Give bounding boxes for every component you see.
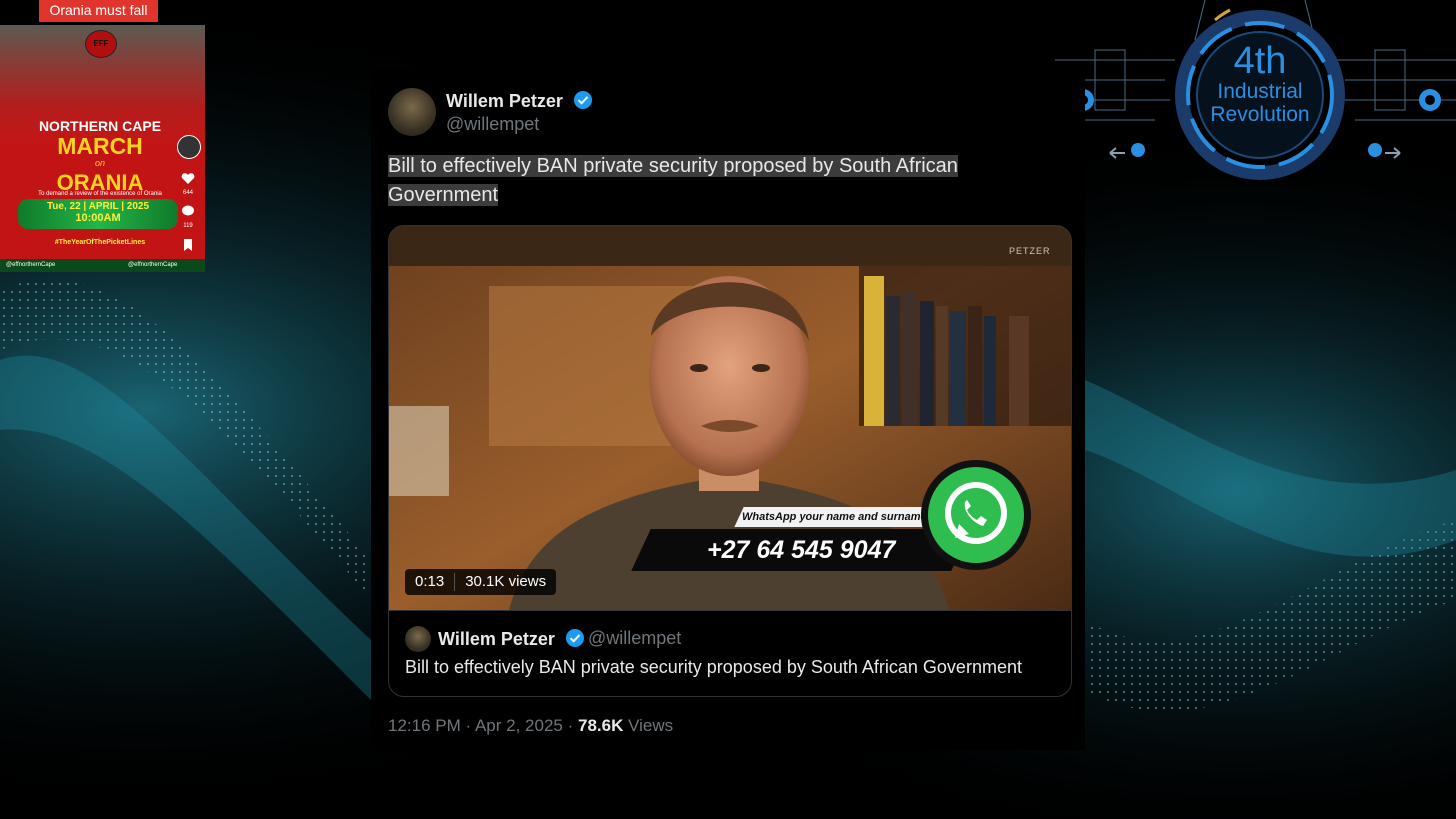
poster-headline: MARCH xyxy=(57,133,143,159)
author-name-text[interactable]: Willem Petzer xyxy=(446,91,563,111)
video-info-badge: 0:13 30.1K views xyxy=(405,569,557,595)
quote-verified-badge-icon xyxy=(565,629,584,647)
tweet-metadata: 12:16 PM · Apr 2, 2025 · 78.6K Views xyxy=(388,716,673,736)
quote-author-name-text: Willem Petzer xyxy=(438,629,555,649)
tweet-time[interactable]: 12:16 PM xyxy=(388,716,461,735)
poster-footer: @effnorthernCape @effnorthernCape xyxy=(0,259,205,272)
video-duration: 0:13 xyxy=(415,573,445,590)
eff-logo: EFF xyxy=(85,30,117,58)
logo-line-3: Revolution xyxy=(1210,103,1310,126)
poster-date: Tue, 22 | APRIL | 2025 xyxy=(46,201,150,212)
tweet-text-highlight: Bill to effectively BAN private security… xyxy=(388,155,958,206)
poster-time: 10:00AM xyxy=(75,212,121,224)
tweet-date[interactable]: Apr 2, 2025 xyxy=(475,716,563,735)
meta-separator: · xyxy=(567,716,574,735)
event-poster: EFF NORTHERN CAPE MARCH on ORANIA To dem… xyxy=(0,25,205,272)
tweet-media[interactable]: PETZER WhatsApp your name and surname +2… xyxy=(388,225,1072,697)
quote-author-name: Willem Petzer xyxy=(438,628,585,650)
poster-avatar xyxy=(177,135,201,159)
tweet-views-label: Views xyxy=(628,716,674,735)
poster-social-right: @effnorthernCape xyxy=(128,262,178,268)
poster-on: on xyxy=(94,158,105,168)
author-name[interactable]: Willem Petzer xyxy=(446,90,593,112)
whatsapp-label-text: WhatsApp your name and surname xyxy=(741,511,927,523)
author-avatar[interactable] xyxy=(388,88,436,136)
poster-region: NORTHERN CAPE xyxy=(38,118,162,134)
poster-social-left: @effnorthernCape xyxy=(6,262,56,268)
poster-caption: Orania must fall xyxy=(39,0,158,22)
logo-line-2: Industrial xyxy=(1217,80,1303,103)
author-handle[interactable]: @willempet xyxy=(446,114,539,135)
quote-text: Bill to effectively BAN private security… xyxy=(405,657,1022,677)
whatsapp-number-text: +27 64 545 9047 xyxy=(706,536,896,564)
tweet-card: Willem Petzer @willempet Bill to effecti… xyxy=(371,69,1085,750)
poster-subtitle: To demand a review of the existence of O… xyxy=(38,191,162,197)
quoted-tweet[interactable]: Willem Petzer @willempet Bill to effecti… xyxy=(389,610,1071,696)
poster-date-box: Tue, 22 | APRIL | 2025 10:00AM xyxy=(18,199,178,229)
bookmark-icon xyxy=(178,239,198,253)
meta-separator: · xyxy=(465,716,472,735)
tweet-view-count: 78.6K xyxy=(578,716,624,735)
quote-author-avatar xyxy=(405,626,431,652)
heart-icon xyxy=(178,173,198,187)
quote-author-handle: @willempet xyxy=(588,628,682,648)
verified-badge-icon xyxy=(573,91,592,109)
tweet-text: Bill to effectively BAN private security… xyxy=(388,152,1028,210)
comment-icon xyxy=(178,205,198,219)
whatsapp-banner-label: WhatsApp your name and surname xyxy=(734,507,934,527)
video-player[interactable]: PETZER WhatsApp your name and surname +2… xyxy=(389,226,1071,610)
video-view-count: 30.1K views xyxy=(465,573,547,590)
poster-like-count: 644 xyxy=(182,190,193,196)
poster-hashtag: #TheYearOfThePicketLines xyxy=(54,239,146,246)
video-watermark: PETZER xyxy=(1009,246,1051,256)
logo-line-1: 4th xyxy=(1233,40,1287,82)
poster-comment-count: 119 xyxy=(183,223,193,229)
whatsapp-icon xyxy=(921,460,1031,570)
